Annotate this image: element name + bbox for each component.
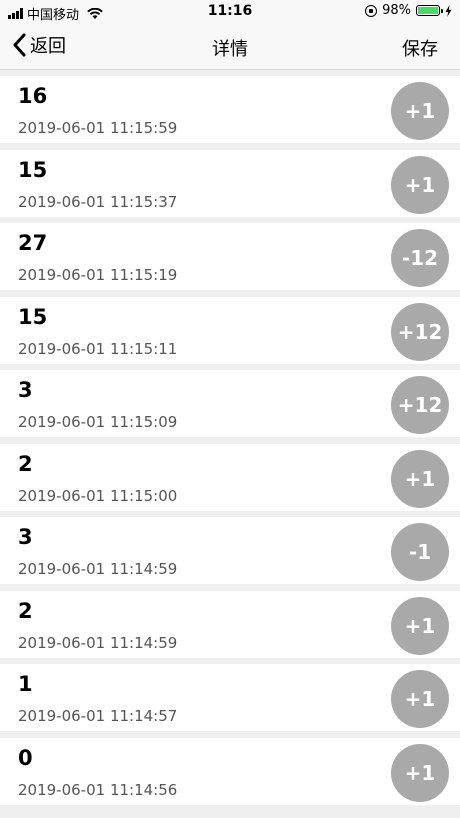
item-timestamp: 2019-06-01 11:14:59 [18, 633, 178, 652]
list-item: 15 2019-06-01 11:15:11 +12 [0, 296, 460, 364]
item-timestamp: 2019-06-01 11:15:09 [18, 413, 178, 431]
item-value: 15 [18, 304, 48, 329]
delta-button[interactable]: +1 [391, 82, 449, 140]
item-timestamp: 2019-06-01 11:14:59 [18, 560, 178, 578]
list-item: 27 2019-06-01 11:15:19 -12 [0, 223, 460, 290]
battery-icon [416, 5, 443, 16]
page-title: 详情 [212, 39, 248, 60]
list-item: 1 2019-06-01 11:14:57 +1 [0, 664, 460, 731]
list-item: 15 2019-06-01 11:15:37 +1 [0, 149, 460, 217]
item-timestamp: 2019-06-01 11:15:37 [18, 192, 178, 211]
list-item: 2 2019-06-01 11:14:59 +1 [0, 590, 460, 658]
delta-button[interactable]: +12 [391, 376, 449, 434]
status-bar: 中国移动 11:16 98% [0, 0, 460, 24]
item-value: 2 [18, 451, 33, 476]
item-value: 16 [18, 84, 48, 108]
battery-fill [418, 7, 438, 14]
charging-bolt-icon [445, 4, 452, 17]
item-value: 3 [18, 525, 33, 549]
delta-button[interactable]: +1 [391, 743, 449, 802]
battery-percent: 98% [382, 3, 411, 18]
record-list: 16 2019-06-01 11:15:59 +1 15 2019-06-01 … [0, 76, 460, 811]
list-item: 3 2019-06-01 11:14:59 -1 [0, 517, 460, 584]
item-value: 1 [18, 672, 33, 696]
list-item: 2 2019-06-01 11:15:00 +1 [0, 443, 460, 511]
list-item: 3 2019-06-01 11:15:09 +12 [0, 370, 460, 437]
item-timestamp: 2019-06-01 11:15:59 [18, 119, 178, 137]
delta-button[interactable]: +1 [391, 670, 449, 728]
delta-button[interactable]: +1 [391, 449, 449, 508]
item-timestamp: 2019-06-01 11:15:00 [18, 486, 178, 505]
list-item: 16 2019-06-01 11:15:59 +1 [0, 76, 460, 143]
item-value: 2 [18, 598, 33, 623]
list-item: 0 2019-06-01 11:14:56 +1 [0, 737, 460, 805]
item-timestamp: 2019-06-01 11:14:56 [18, 780, 178, 799]
item-timestamp: 2019-06-01 11:15:19 [18, 266, 178, 284]
rotation-lock-icon [365, 4, 378, 17]
delta-button[interactable]: -1 [391, 523, 449, 581]
item-timestamp: 2019-06-01 11:14:57 [18, 707, 178, 725]
status-right: 98% [365, 3, 452, 18]
item-value: 3 [18, 378, 33, 402]
delta-button[interactable]: +1 [391, 596, 449, 655]
delta-button[interactable]: +12 [391, 302, 449, 361]
item-value: 0 [18, 745, 33, 770]
navigation-bar: 返回 详情 保存 [0, 24, 460, 70]
delta-button[interactable]: -12 [391, 229, 449, 287]
item-value: 15 [18, 157, 48, 182]
item-timestamp: 2019-06-01 11:15:11 [18, 339, 178, 358]
save-button[interactable]: 保存 [402, 35, 438, 61]
item-value: 27 [18, 231, 48, 255]
delta-button[interactable]: +1 [391, 155, 449, 214]
